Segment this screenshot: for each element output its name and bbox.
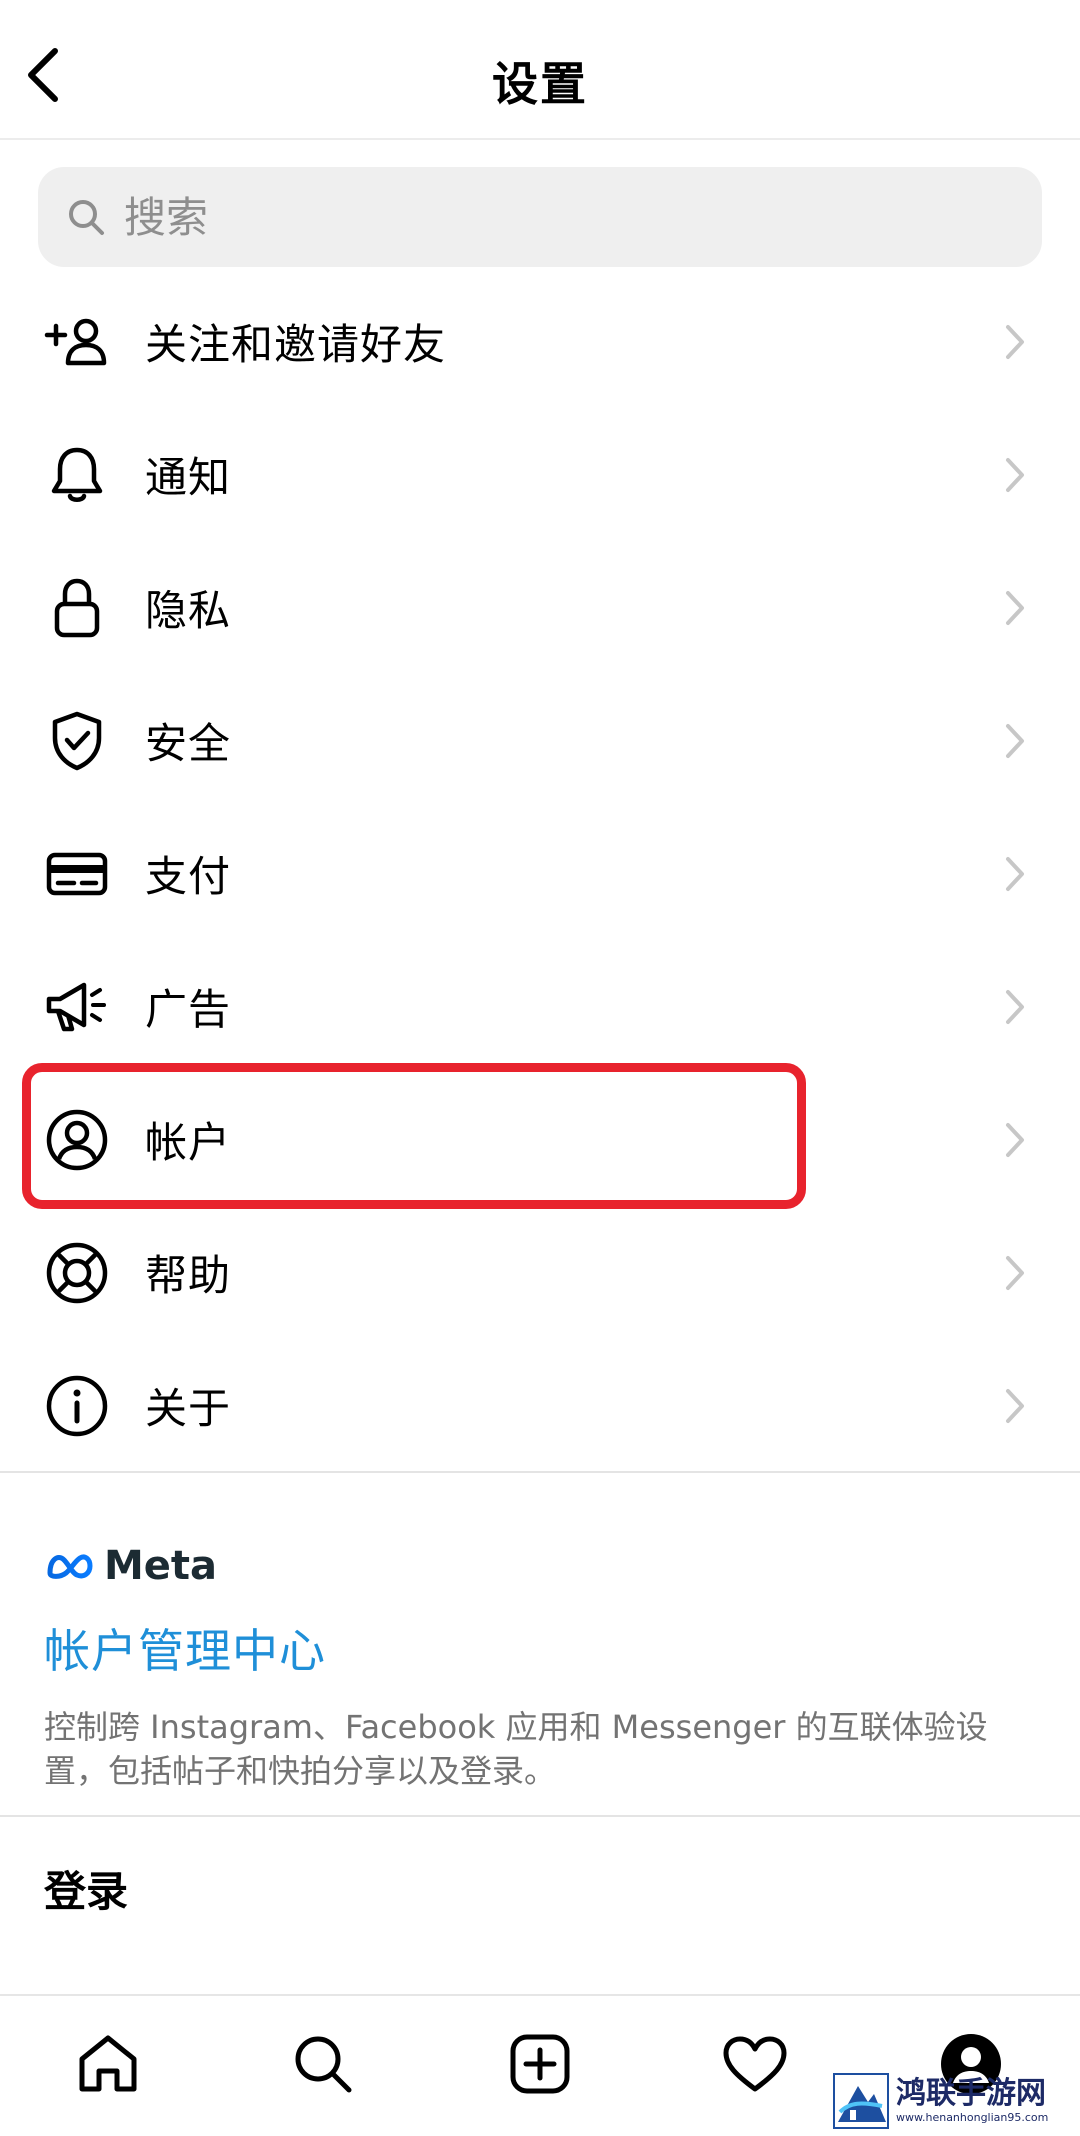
chevron-right-icon	[1000, 588, 1030, 628]
chevron-right-icon	[1000, 322, 1030, 362]
nav-activity-button[interactable]	[715, 2024, 795, 2104]
info-icon	[42, 1371, 112, 1441]
menu-label: 广告	[145, 985, 232, 1034]
chevron-right-icon	[1000, 854, 1030, 894]
meta-logo: Meta	[44, 1543, 217, 1589]
menu-label: 关注和邀请好友	[145, 320, 447, 369]
menu-label: 帐户	[145, 1118, 232, 1167]
accounts-center-link[interactable]: 帐户管理中心	[44, 1615, 326, 1681]
create-icon	[510, 2034, 570, 2094]
lock-icon	[42, 573, 112, 643]
menu-item-security[interactable]: 安全	[0, 674, 1080, 807]
chevron-right-icon	[1000, 455, 1030, 495]
chevron-right-icon	[1000, 987, 1030, 1027]
page-title: 设置	[492, 57, 588, 111]
menu-item-privacy[interactable]: 隐私	[0, 541, 1080, 674]
watermark: 鸿联手游网 www.henanhonglian95.com	[832, 2070, 1072, 2132]
menu-item-follow-invite[interactable]: 关注和邀请好友	[0, 275, 1080, 408]
watermark-name: 鸿联手游网	[896, 2076, 1046, 2111]
accounts-center-description: 控制跨 Instagram、Facebook 应用和 Messenger 的互联…	[44, 1708, 988, 1790]
search-bar[interactable]	[38, 167, 1042, 267]
meta-infinity-icon	[47, 1554, 93, 1579]
menu-label: 关于	[145, 1384, 232, 1433]
menu-item-notifications[interactable]: 通知	[0, 408, 1080, 541]
chevron-right-icon	[1000, 1120, 1030, 1160]
header: 设置	[0, 0, 1080, 140]
megaphone-icon	[42, 972, 112, 1042]
menu-label: 帮助	[145, 1251, 232, 1300]
chevron-right-icon	[1000, 721, 1030, 761]
card-icon	[42, 839, 112, 909]
settings-menu: 关注和邀请好友 通知 隐私 安全 支付 广告 帐户 帮助 关于	[0, 275, 1080, 1472]
shield-check-icon	[42, 706, 112, 776]
menu-label: 通知	[145, 453, 232, 502]
chevron-right-icon	[1000, 1386, 1030, 1426]
bell-icon	[42, 440, 112, 510]
watermark-logo	[833, 2073, 889, 2129]
divider	[0, 1471, 1080, 1473]
account-circle-icon	[42, 1105, 112, 1175]
menu-label: 安全	[145, 719, 232, 768]
settings-screen: 设置 关注和邀请好友	[0, 0, 1080, 2136]
home-icon	[79, 2035, 137, 2092]
meta-logo-text: Meta	[104, 1543, 218, 1589]
heart-icon	[723, 2036, 787, 2092]
search-input[interactable]	[124, 192, 984, 242]
menu-item-payments[interactable]: 支付	[0, 807, 1080, 940]
search-icon	[295, 2036, 352, 2093]
nav-home-button[interactable]	[68, 2024, 148, 2104]
add-person-icon	[42, 307, 112, 377]
menu-item-help[interactable]: 帮助	[0, 1206, 1080, 1339]
menu-label: 隐私	[145, 586, 232, 635]
chevron-right-icon	[1000, 1253, 1030, 1293]
nav-search-button[interactable]	[283, 2024, 363, 2104]
divider	[0, 1815, 1080, 1817]
menu-label: 支付	[145, 852, 232, 901]
lifebuoy-icon	[42, 1238, 112, 1308]
nav-create-button[interactable]	[500, 2024, 580, 2104]
watermark-url: www.henanhonglian95.com	[896, 2111, 1049, 2124]
menu-item-account[interactable]: 帐户	[0, 1073, 1080, 1206]
menu-item-ads[interactable]: 广告	[0, 940, 1080, 1073]
search-icon	[69, 200, 104, 235]
login-section-heading: 登录	[44, 1867, 129, 1916]
menu-item-about[interactable]: 关于	[0, 1339, 1080, 1472]
